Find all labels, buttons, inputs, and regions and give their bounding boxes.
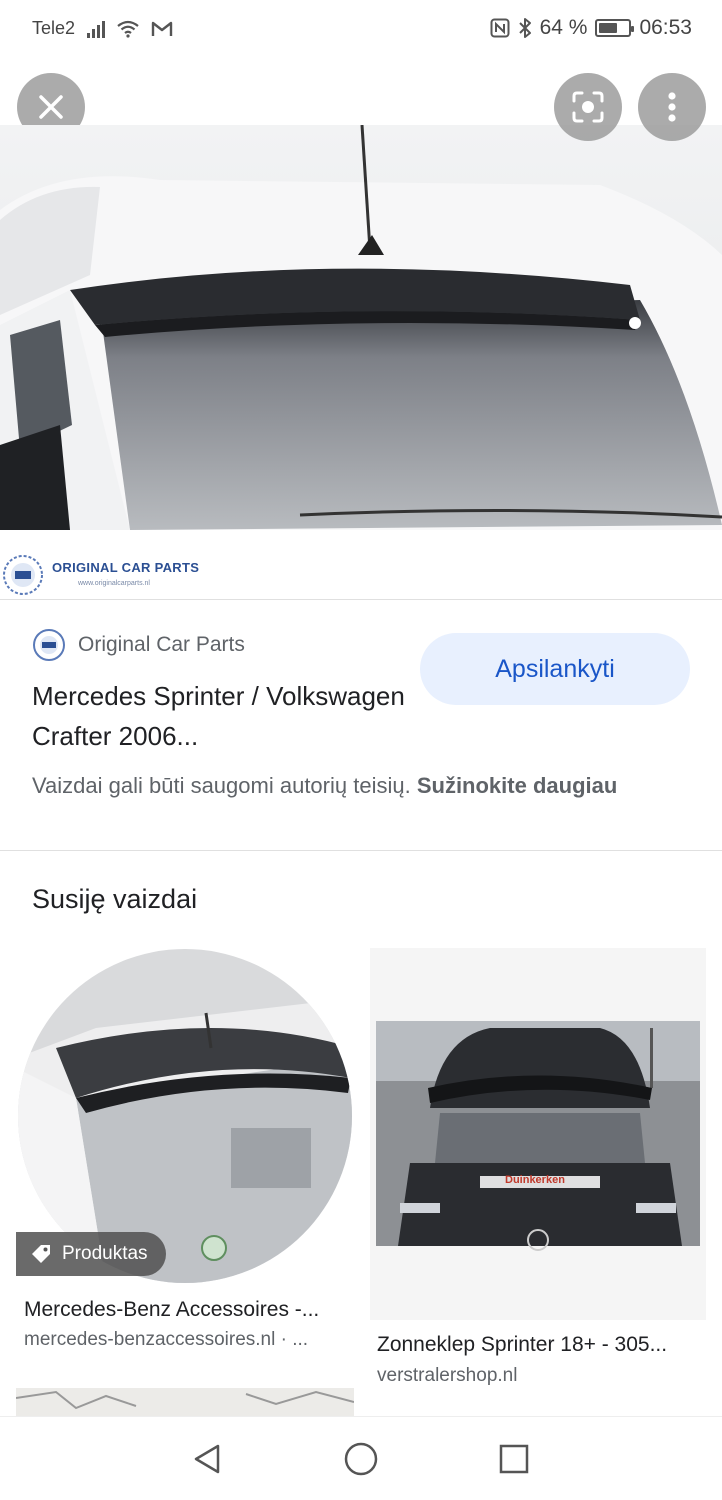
van-windshield-image [0,125,722,530]
signal-icon [87,20,106,38]
carrier-label: Tele2 [32,18,76,38]
related-card-2[interactable]: Duinkerken Zonneklep Sprinter 18+ - 305.… [370,948,706,1398]
related-image-2: Duinkerken [370,948,706,1320]
copyright-text: Vaizdai gali būti saugomi autorių teisių… [32,773,411,798]
nav-recents-button[interactable] [492,1437,536,1481]
copyright-notice: Vaizdai gali būti saugomi autorių teisių… [32,770,692,802]
battery-percent: 64 % [539,16,588,39]
learn-more-link[interactable]: Sužinokite daugiau [417,773,617,798]
hero-logo-strip: ORIGINAL CAR PARTS www.originalcarparts.… [0,530,722,600]
tag-icon [32,1245,50,1263]
hero-image[interactable] [0,125,722,530]
wifi-icon [117,20,139,38]
gmail-icon [151,21,173,36]
status-left: Tele2 [32,18,173,39]
system-nav-bar [0,1416,722,1500]
source-name: Original Car Parts [78,633,245,656]
status-bar: Tele2 64 % 06:53 [0,0,722,58]
battery-icon [595,19,635,37]
status-right: 64 % 06:53 [490,16,692,40]
badge-label: Produktas [62,1243,148,1264]
lens-icon [572,91,604,123]
related-card-3-peek[interactable] [16,1388,354,1416]
nav-home-button[interactable] [339,1437,383,1481]
site-favicon-icon [33,629,65,661]
lens-button[interactable] [554,73,622,141]
recents-icon [499,1444,529,1474]
site-logo-icon [3,555,43,595]
related-card-1[interactable]: Mercedes-Benz Accessoires -... mercedes-… [16,948,354,1368]
clock: 06:53 [639,16,692,39]
visit-button[interactable]: Apsilankyti [420,633,690,705]
back-icon [194,1444,220,1474]
home-icon [344,1442,378,1476]
section-divider [0,850,722,851]
close-icon [39,95,63,119]
nfc-icon [490,18,510,38]
related-domain-1: mercedes-benzaccessoires.nl · ... [24,1329,309,1350]
related-domain-2: verstralershop.nl [377,1365,518,1386]
source-row[interactable]: Original Car Parts [32,628,245,662]
logo-text: ORIGINAL CAR PARTS [52,560,200,575]
bluetooth-icon [518,18,531,38]
related-title-1: Mercedes-Benz Accessoires -... [24,1298,320,1321]
product-badge: Produktas [16,1232,166,1276]
logo-subtext: www.originalcarparts.nl [78,580,150,587]
nav-back-button[interactable] [185,1437,229,1481]
van-decal-text: Duinkerken [505,1174,565,1186]
more-vert-icon [668,92,676,122]
more-options-button[interactable] [638,73,706,141]
result-title[interactable]: Mercedes Sprinter / Volkswagen Crafter 2… [32,676,412,756]
related-images-heading: Susiję vaizdai [32,884,198,914]
related-title-2: Zonneklep Sprinter 18+ - 305... [377,1333,668,1356]
related-image-3 [16,1388,354,1416]
